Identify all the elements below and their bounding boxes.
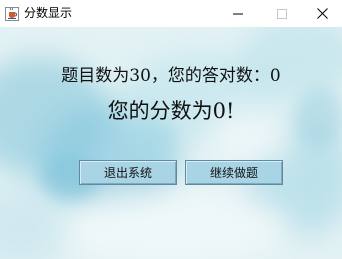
question-summary: 题目数为30，您的答对数：0: [0, 65, 342, 87]
close-button[interactable]: [302, 0, 342, 27]
question-count-value: 30: [129, 66, 151, 86]
close-icon: [316, 4, 328, 23]
minimize-icon: [233, 4, 243, 23]
java-cup-icon[interactable]: [5, 6, 19, 21]
maximize-icon: [277, 4, 287, 23]
score-value: 0: [212, 99, 226, 123]
correct-count-value: 0: [269, 66, 281, 86]
content-panel: 题目数为30，您的答对数：0 您的分数为0! 退出系统 继续做题: [0, 27, 342, 259]
exit-system-button[interactable]: 退出系统: [79, 160, 177, 185]
correct-count-label: ，您的答对数：: [150, 66, 270, 86]
watercolor-background: [0, 27, 342, 259]
score-prefix: 您的分数为: [107, 99, 213, 123]
question-count-label: 题目数为: [61, 66, 130, 86]
window-title: 分数显示: [24, 6, 73, 20]
title-bar[interactable]: 分数显示: [0, 0, 342, 27]
continue-practice-button[interactable]: 继续做题: [185, 160, 283, 185]
minimize-button[interactable]: [218, 0, 258, 27]
maximize-button[interactable]: [262, 0, 302, 27]
score-window: 分数显示 题目数为30，您的答对数：0 您的分数为0! 退出系统 继续做题: [0, 0, 342, 259]
score-suffix: !: [225, 99, 235, 123]
score-text: 您的分数为0!: [0, 97, 342, 125]
